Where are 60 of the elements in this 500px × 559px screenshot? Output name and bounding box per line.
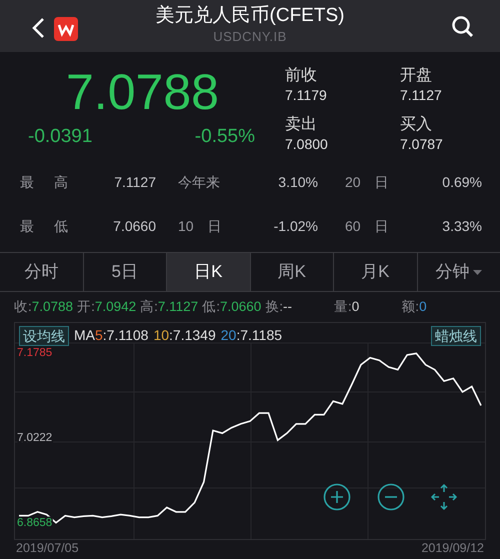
quote-label: 买入 [400,114,433,134]
moving-average-value: 10:7.1349 [153,326,216,345]
quote-label: 前收 [285,66,318,86]
y-axis-label: 7.0222 [17,432,52,444]
info-value: -- [283,298,292,316]
info-value: 0 [352,298,360,316]
price-change: -0.0391 [28,125,92,149]
info-label: 高: [140,298,158,316]
stat-label: 最 高 [20,173,68,192]
stat-value: 3.10% [277,173,318,192]
quote-value: 7.1127 [400,86,443,105]
search-icon[interactable] [451,15,475,39]
moving-average-value: MA5:7.1108 [74,326,148,345]
info-label: 换: [265,298,284,316]
stat-label: 10 日 [177,217,222,236]
last-price: 7.0788 [66,64,219,120]
zoom-out-icon[interactable] [377,483,405,511]
stat-value: -1.02% [272,217,318,236]
moving-average-value: 20:7.1185 [220,326,282,345]
quote-label: 开盘 [400,66,433,86]
stat-value: 7.0660 [112,217,156,236]
chart-period-tab[interactable]: 月K [333,253,416,291]
app-logo-icon[interactable] [54,17,78,41]
info-value: 0 [419,298,427,316]
info-label: 低: [202,298,220,316]
back-icon[interactable] [31,17,45,39]
stat-label: 今年来 [177,173,221,192]
chart-period-tab[interactable]: 分钟 [416,253,500,291]
info-label: 量: [334,298,352,316]
info-value: 7.0788 [32,298,74,316]
percent-change: -0.55% [194,125,255,149]
quote-value: 7.0800 [285,134,329,154]
chart-period-tab[interactable]: 分时 [0,253,82,291]
candlestick-toggle-button[interactable]: 蜡烛线 [431,326,481,346]
info-value: 7.0942 [94,298,136,316]
stat-value: 0.69% [441,173,482,192]
date-label: 2019/09/12 [421,540,484,557]
page-title: 美元兑人民币(CFETS) [156,4,344,28]
quote-value: 7.1179 [285,86,328,105]
quote-value: 7.0787 [400,134,444,154]
info-value: 7.1127 [158,298,198,316]
y-axis-label: 7.1785 [17,347,52,360]
info-value: 7.0660 [220,298,262,316]
info-label: 收: [14,298,32,316]
symbol-code: USDCNY.IB [213,28,287,46]
stat-value: 3.33% [441,217,482,236]
zoom-in-icon[interactable] [323,483,351,511]
y-axis-label: 6.8658 [17,516,52,529]
stat-value: 7.1127 [113,173,156,192]
stat-label: 60 日 [344,217,388,236]
chart-period-tab[interactable]: 周K [250,253,333,291]
info-label: 额: [401,298,420,316]
info-label: 开: [77,298,95,316]
stat-label: 20 日 [344,173,388,192]
chart-period-tab[interactable]: 日K [166,253,250,291]
move-arrows-icon[interactable] [430,483,458,511]
date-label: 2019/07/05 [16,540,79,557]
set-moving-average-button[interactable]: 设均线 [19,326,69,346]
stat-label: 最 低 [20,217,68,236]
quote-label: 卖出 [285,114,318,134]
